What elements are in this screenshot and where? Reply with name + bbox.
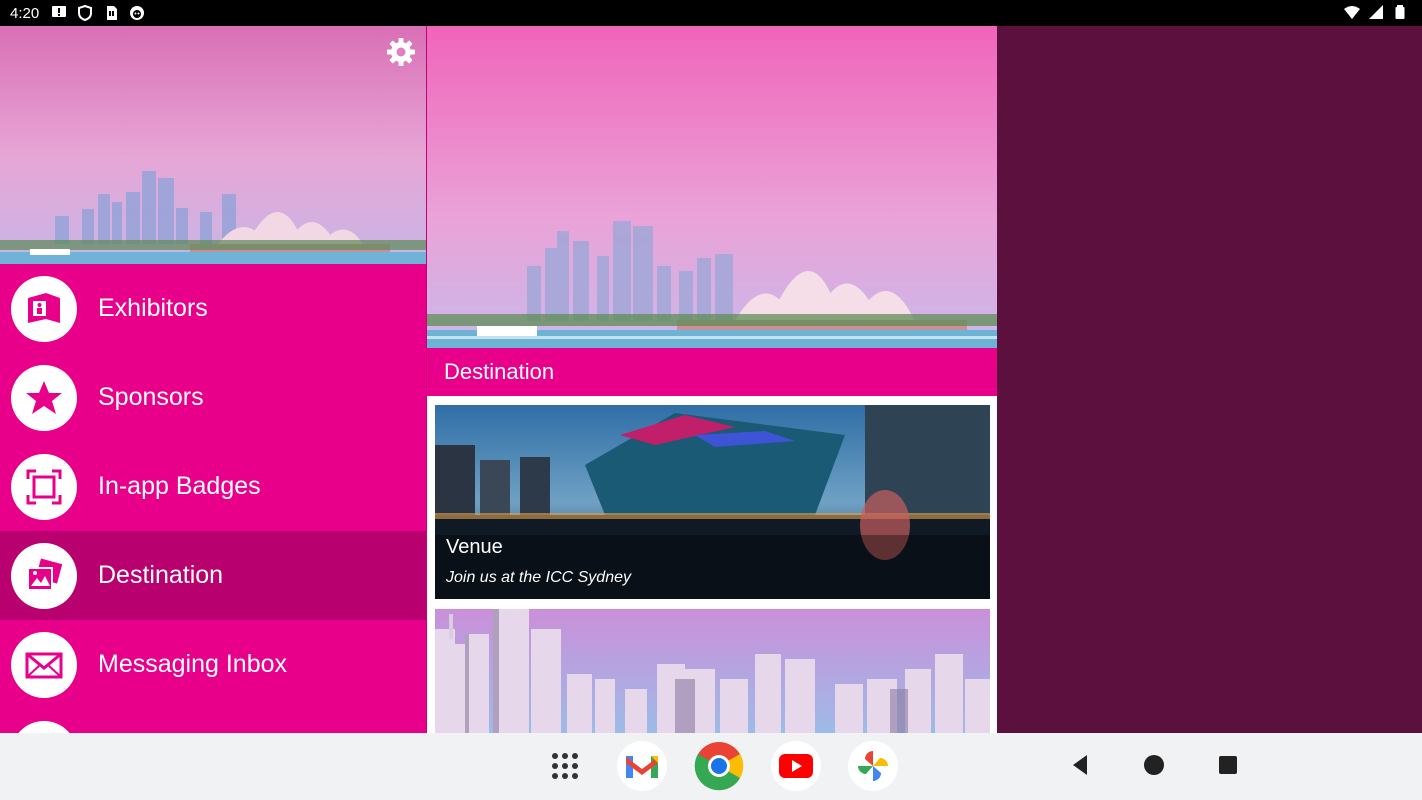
drawer-item-label: In-app Badges [98, 472, 261, 500]
system-nav-bar [0, 733, 1422, 800]
gear-icon[interactable] [385, 36, 417, 68]
drawer-item-label: Exhibitors [98, 294, 208, 322]
wifi-icon [1344, 6, 1360, 19]
sim-card-icon [107, 6, 118, 20]
drawer-item-destination[interactable]: Destination [0, 531, 426, 620]
shield-icon [78, 5, 93, 21]
card-subtitle: Join us at the ICC Sydney [446, 569, 631, 586]
gmail-icon[interactable] [617, 741, 667, 791]
destination-title-bar: Destination [427, 348, 997, 396]
signal-icon [1369, 5, 1383, 19]
sydney-skyline-image [0, 26, 426, 264]
navigation-drawer: Exhibitors Sponsors In-app Badges Destin… [0, 26, 427, 733]
scan-frame-icon [26, 469, 62, 504]
drawer-item-more[interactable] [0, 709, 426, 733]
app-dock [540, 741, 898, 791]
page-title: Destination [444, 359, 555, 384]
venue-card[interactable]: Venue Join us at the ICC Sydney [435, 405, 990, 599]
destination-hero-image [427, 26, 997, 348]
sydney-city-card[interactable] [435, 609, 990, 733]
drawer-item-label: Messaging Inbox [98, 650, 288, 678]
exhibitor-booth-icon [28, 292, 60, 323]
photos-icon[interactable] [848, 741, 898, 791]
status-bar: 4:20 [0, 0, 1422, 26]
nav-buttons [1068, 753, 1240, 777]
status-time: 4:20 [10, 4, 40, 22]
drawer-item-exhibitors[interactable]: Exhibitors [0, 264, 426, 353]
youtube-icon[interactable] [771, 741, 821, 791]
destination-panel: Destination Venue Join us at the ICC Syd… [427, 26, 997, 733]
photos-icon [27, 557, 63, 591]
battery-icon [1395, 5, 1405, 19]
drawer-item-label: Destination [98, 561, 224, 589]
message-icon [52, 6, 67, 17]
card-title: Venue [446, 536, 503, 558]
app-grid-icon[interactable] [540, 741, 590, 791]
recents-icon[interactable] [1216, 753, 1240, 777]
face-icon [130, 6, 145, 20]
star-icon [26, 380, 62, 414]
drawer-item-in-app-badges[interactable]: In-app Badges [0, 442, 426, 531]
chrome-icon[interactable] [694, 741, 744, 791]
back-icon[interactable] [1068, 753, 1092, 777]
drawer-item-messaging-inbox[interactable]: Messaging Inbox [0, 620, 426, 709]
home-icon[interactable] [1142, 753, 1166, 777]
envelope-icon [25, 652, 63, 678]
sydney-harbour-image [427, 26, 997, 348]
drawer-item-sponsors[interactable]: Sponsors [0, 353, 426, 442]
sydney-city-image [435, 609, 990, 733]
drawer-header-image [0, 26, 426, 264]
drawer-item-label: Sponsors [98, 383, 204, 411]
